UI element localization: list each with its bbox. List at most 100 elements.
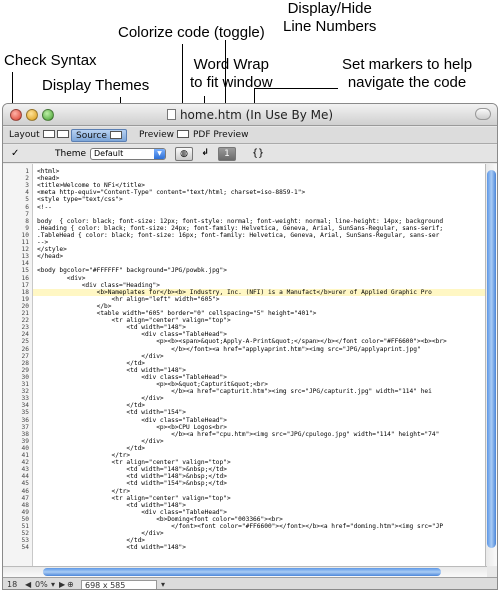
line-number[interactable]: 42 <box>3 459 29 466</box>
code-line[interactable]: </div> <box>37 353 163 360</box>
line-number[interactable]: 30 <box>3 374 29 381</box>
line-number[interactable]: 27 <box>3 353 29 360</box>
vertical-scroll-thumb[interactable] <box>487 170 496 548</box>
line-number[interactable]: 10 <box>3 232 29 239</box>
code-line[interactable]: .Heading { color: black; font-size: 24px… <box>37 225 443 232</box>
line-number[interactable]: 47 <box>3 495 29 502</box>
line-number[interactable]: 45 <box>3 480 29 487</box>
code-line[interactable]: <div> <box>37 275 86 282</box>
line-number[interactable]: 32 <box>3 388 29 395</box>
code-line[interactable]: <td width="148"> <box>37 544 186 551</box>
tab-source[interactable]: Source <box>71 129 127 142</box>
code-line[interactable]: </td> <box>37 402 145 409</box>
zoom-chevron-icon[interactable]: ▾ <box>51 580 55 589</box>
line-number[interactable]: 3 <box>3 182 29 189</box>
line-number[interactable]: 12 <box>3 246 29 253</box>
code-line[interactable]: <td width="154"> <box>37 409 186 416</box>
code-line[interactable]: </tr> <box>37 488 131 495</box>
check-syntax-icon[interactable]: ✓ <box>11 148 19 159</box>
theme-select[interactable]: Default ▼ <box>90 148 166 160</box>
line-number[interactable]: 2 <box>3 175 29 182</box>
code-line[interactable]: <td width="148">&nbsp;</td> <box>37 466 227 473</box>
line-number[interactable]: 53 <box>3 537 29 544</box>
line-number[interactable]: 35 <box>3 409 29 416</box>
line-number[interactable]: 11 <box>3 239 29 246</box>
line-number[interactable]: 50 <box>3 516 29 523</box>
line-number[interactable]: 17 <box>3 282 29 289</box>
code-line[interactable]: <meta http-equiv="Content-Type" content=… <box>37 189 305 196</box>
tab-layout[interactable]: Layout <box>5 129 59 142</box>
code-line[interactable]: <div class="TableHead"> <box>37 374 227 381</box>
code-line[interactable]: <p><b>CPU Logos<br> <box>37 424 227 431</box>
line-number[interactable]: 20 <box>3 303 29 310</box>
colorize-code-button[interactable]: ◍ <box>175 147 193 161</box>
line-number[interactable]: 51 <box>3 523 29 530</box>
code-line[interactable]: <p><b><span>&quot;Apply-A-Print&quot;</s… <box>37 338 447 345</box>
code-line[interactable]: <head> <box>37 175 59 182</box>
word-wrap-button[interactable]: ↲ <box>198 147 212 161</box>
code-line[interactable]: <p><b>&quot;Capturit&quot;<br> <box>37 381 268 388</box>
line-number[interactable]: 26 <box>3 346 29 353</box>
code-line[interactable]: <tr align="center" valign="top"> <box>37 317 231 324</box>
line-number[interactable]: 16 <box>3 275 29 282</box>
code-line[interactable]: </td> <box>37 445 145 452</box>
code-line[interactable]: </b> <box>37 303 112 310</box>
horizontal-scroll-thumb[interactable] <box>43 568 441 576</box>
code-line[interactable]: </b><a href="cpu.htm"><img src="JPG/cpul… <box>37 431 439 438</box>
line-number[interactable]: 22 <box>3 317 29 324</box>
code-line[interactable]: </b></font><a href="applyaprint.htm"><im… <box>37 346 421 353</box>
line-number[interactable]: 15 <box>3 267 29 274</box>
tab-pdf-preview[interactable]: PDF Preview <box>189 129 252 142</box>
line-number[interactable]: 33 <box>3 395 29 402</box>
code-line[interactable]: <html> <box>37 168 59 175</box>
line-number[interactable]: 6 <box>3 204 29 211</box>
line-number[interactable]: 14 <box>3 260 29 267</box>
code-line[interactable]: <td width="148"> <box>37 324 186 331</box>
line-number[interactable]: 21 <box>3 310 29 317</box>
line-number[interactable]: 7 <box>3 211 29 218</box>
line-number[interactable]: 44 <box>3 473 29 480</box>
line-number[interactable]: 4 <box>3 189 29 196</box>
line-number[interactable]: 9 <box>3 225 29 232</box>
line-number[interactable]: 24 <box>3 331 29 338</box>
code-line[interactable]: <hr align="left" width="605"> <box>37 296 220 303</box>
code-editor[interactable]: 1 2 3 4 5 6 7 8 9 10 11 12 13 14 15 16 17 18 19 20 21 22 23 24 2… <box>3 164 487 566</box>
toolbar-toggle-button[interactable] <box>475 108 491 120</box>
code-line[interactable]: <div class="TableHead"> <box>37 509 227 516</box>
code-line[interactable]: <td width="148"> <box>37 367 186 374</box>
zoom-in-icon[interactable]: ▶ <box>59 580 65 589</box>
globe-icon[interactable]: ⊕ <box>67 580 74 589</box>
markers-button[interactable]: {} <box>252 148 264 159</box>
line-number[interactable]: 13 <box>3 253 29 260</box>
code-line[interactable]: <tr align="center" valign="top"> <box>37 495 231 502</box>
code-line[interactable]: <body bgcolor="#FFFFFF" background="JPG/… <box>37 267 227 274</box>
code-line[interactable]: </td> <box>37 537 145 544</box>
code-line[interactable]: </div> <box>37 395 163 402</box>
line-numbers-button[interactable]: 1 <box>218 147 236 161</box>
code-line[interactable]: </div> <box>37 438 163 445</box>
line-number[interactable]: 5 <box>3 196 29 203</box>
code-line[interactable]: <b>Doming<font color="003366"><br> <box>37 516 283 523</box>
status-zoom[interactable]: 0% <box>35 580 48 589</box>
code-line[interactable]: <div class="Heading"> <box>37 282 160 289</box>
code-line[interactable]: </head> <box>37 253 63 260</box>
line-number[interactable]: 54 <box>3 544 29 551</box>
dimensions-chevron-icon[interactable]: ▾ <box>161 580 165 589</box>
line-number[interactable]: 39 <box>3 438 29 445</box>
line-number[interactable]: 31 <box>3 381 29 388</box>
code-line[interactable]: </tr> <box>37 452 131 459</box>
title-bar[interactable]: home.htm (In Use By Me) <box>3 104 497 126</box>
status-dimensions[interactable]: 698 x 585 <box>81 580 157 589</box>
code-line[interactable]: </td> <box>37 360 145 367</box>
line-number[interactable]: 18 <box>3 289 29 296</box>
code-line[interactable]: </div> <box>37 530 163 537</box>
code-line[interactable]: <table width="605" border="0" cellspacin… <box>37 310 317 317</box>
code-line[interactable]: <tr align="center" valign="top"> <box>37 459 231 466</box>
line-number[interactable]: 1 <box>3 168 29 175</box>
line-number[interactable]: 36 <box>3 417 29 424</box>
code-line[interactable]: <td width="154">&nbsp;</td> <box>37 480 227 487</box>
line-number[interactable]: 23 <box>3 324 29 331</box>
line-number[interactable]: 34 <box>3 402 29 409</box>
code-line[interactable]: </font><font color="#FF6600"></font></b>… <box>37 523 443 530</box>
code-line[interactable]: <!-- <box>37 204 52 211</box>
